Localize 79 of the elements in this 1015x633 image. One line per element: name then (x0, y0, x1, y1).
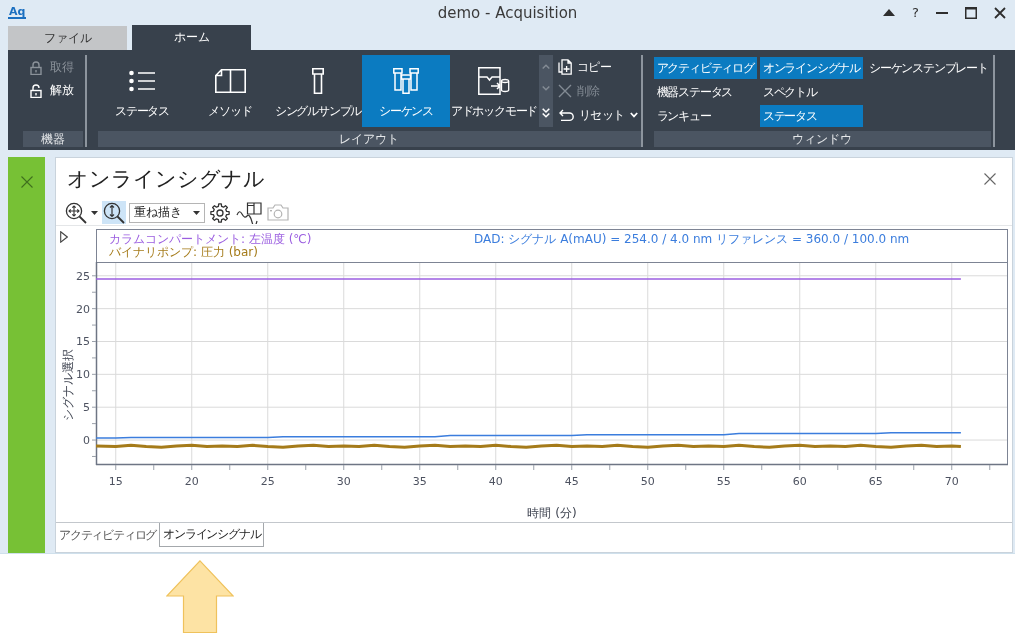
unlocked-lock-icon (30, 83, 42, 98)
two-pane-icon (214, 69, 246, 93)
ribbon-button[interactable]: シーケンス (362, 55, 450, 127)
vial-icon (312, 68, 324, 94)
x-tick-label: 55 (716, 475, 731, 488)
window-toggle-button[interactable]: シーケンステンプレート (866, 57, 991, 79)
y-tick-label: 15 (76, 335, 90, 349)
magnifier-arrows-icon (65, 201, 87, 224)
settings-icon (210, 202, 230, 223)
undo-arrow-icon (558, 108, 574, 122)
caret-down-icon (193, 210, 200, 215)
window-toggle-button[interactable]: アクティビティログ (653, 57, 757, 79)
y-tick-label: 0 (83, 434, 90, 448)
ribbon-button[interactable]: ステータス (98, 55, 186, 127)
list-icon (129, 70, 155, 92)
mode-select[interactable]: 重ね描き (129, 202, 205, 223)
lock-icon (30, 60, 42, 75)
document-plus-icon (558, 59, 572, 75)
triangle-right-icon[interactable] (60, 231, 68, 243)
window-arrow-icon (478, 67, 510, 95)
camera-icon (267, 204, 289, 221)
signal-window-button[interactable] (235, 201, 263, 224)
window-toggle-button[interactable]: ステータス (759, 105, 863, 127)
window-toggle-button[interactable]: オンラインシグナル (759, 57, 863, 79)
group-label: ウィンドウ (653, 131, 991, 147)
ribbon-button[interactable]: アドホックモード (450, 55, 538, 127)
x-tick-label: 20 (184, 475, 199, 488)
triangle-up-icon[interactable] (883, 9, 896, 16)
ribbon-button[interactable]: メソッド (186, 55, 274, 127)
y-tick-label: 25 (76, 269, 90, 283)
minimize-icon[interactable] (936, 11, 948, 14)
ribbon-small-button[interactable]: コピー (558, 55, 638, 79)
y-axis-title: シグナル選択 (61, 349, 75, 421)
zoom-vertical-button[interactable] (102, 201, 126, 224)
x-tick-label: 25 (260, 475, 275, 488)
ribbon-tab[interactable]: ホーム (132, 25, 251, 50)
x-tick-label: 50 (640, 475, 655, 488)
caret-down-icon (91, 210, 98, 215)
view-tab[interactable]: アクティビティログ (56, 523, 160, 547)
maximize-icon[interactable] (965, 6, 977, 19)
x-tick-label: 35 (412, 475, 427, 488)
panel-title: オンラインシグナル (67, 166, 265, 193)
x-tick-label: 40 (488, 475, 503, 488)
legend-label: カラムコンパートメント: 左温度 (℃) (109, 233, 312, 246)
x-tick-label: 15 (108, 475, 123, 488)
magnifier-updown-icon (103, 201, 125, 224)
window-title: demo - Acquisition (437, 3, 578, 22)
wave-window-icon (236, 201, 262, 224)
cross-icon (558, 84, 572, 98)
chevron-down-icon (629, 112, 638, 118)
window-toggle-button[interactable]: ランキュー (653, 105, 757, 127)
y-tick-label: 20 (76, 302, 90, 316)
x-tick-label: 65 (868, 475, 883, 488)
ribbon-small-button[interactable]: リセット (558, 103, 638, 127)
app-logo: Aq (8, 6, 27, 19)
settings-button[interactable] (208, 201, 232, 224)
help-button[interactable]: ? (912, 5, 919, 20)
vials-icon (393, 68, 419, 94)
zoom-pan-button[interactable] (64, 201, 99, 224)
ribbon-small-button[interactable]: 解放 (23, 79, 83, 102)
group-label: 機器 (23, 131, 83, 147)
x-tick-label: 60 (792, 475, 807, 488)
close-icon[interactable] (994, 6, 1006, 19)
close-icon[interactable] (984, 173, 996, 185)
x-tick-label: 30 (336, 475, 351, 488)
view-tab[interactable]: オンラインシグナル (159, 523, 265, 547)
y-tick-label: 5 (83, 401, 90, 415)
x-tick-label: 45 (564, 475, 579, 488)
group-label: レイアウト (98, 131, 641, 147)
y-tick-label: 10 (76, 368, 90, 382)
window-toggle-button[interactable]: 機器ステータス (653, 81, 757, 103)
double-chevron-down-icon[interactable] (542, 108, 550, 119)
ribbon-button[interactable]: シングルサンプル (274, 55, 362, 127)
legend-label: バイナリポンプ: 圧力 (bar) (109, 246, 258, 259)
window-toggle-button[interactable]: スペクトル (759, 81, 863, 103)
x-axis-title: 時間 (分) (527, 506, 577, 520)
legend-label: DAD: シグナル A(mAU) = 254.0 / 4.0 nm リファレンス = 360.0 / 100.0 nm (474, 233, 910, 246)
ribbon-tab[interactable]: ファイル (8, 26, 127, 50)
x-tick-label: 70 (944, 475, 959, 488)
